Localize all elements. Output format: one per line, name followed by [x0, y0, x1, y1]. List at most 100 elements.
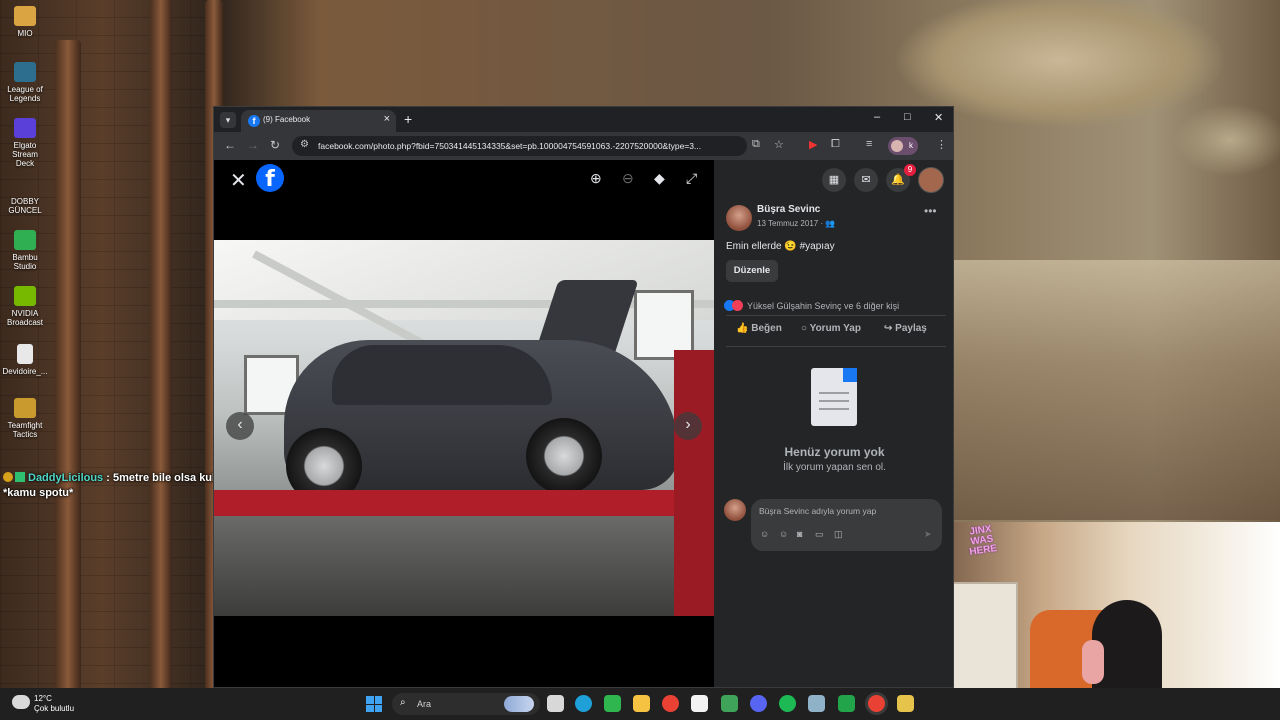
file-icon: [14, 174, 36, 194]
search-highlight-icon: [504, 696, 534, 712]
maximize-button[interactable]: □: [904, 111, 911, 123]
post-options-icon[interactable]: •••: [924, 204, 937, 218]
send-icon[interactable]: ➤: [924, 529, 932, 540]
extensions-puzzle-icon[interactable]: ⧠: [831, 138, 840, 151]
forward-arrow-icon[interactable]: →: [247, 138, 259, 152]
desktop-icon-teamfight-tactics[interactable]: Teamfight Tactics: [2, 398, 48, 439]
start-windows-icon[interactable]: [366, 696, 382, 712]
desktop-icon-league-of-legends[interactable]: League of Legends: [2, 62, 48, 103]
address-bar-url[interactable]: facebook.com/photo.php?fbid=750341445134…: [318, 141, 701, 151]
chat-username: DaddyLicilous: [28, 472, 104, 484]
weather-cloud-icon[interactable]: [12, 695, 30, 709]
messenger-icon[interactable]: ✉: [854, 168, 878, 192]
sticker-icon[interactable]: ◫: [834, 529, 843, 540]
facebook-logo-icon[interactable]: f: [256, 164, 284, 192]
jinx-logo: JINX WAS HERE: [968, 523, 998, 558]
chat-badge-icon: [15, 472, 25, 482]
gif-icon[interactable]: ▭: [815, 529, 824, 540]
store-icon[interactable]: [691, 695, 708, 712]
taskbar-search[interactable]: ⌕ Ara: [392, 693, 540, 715]
edge-icon[interactable]: [575, 695, 592, 712]
share-arrow-icon: ↪: [884, 323, 896, 334]
nvidia-icon: [14, 286, 36, 306]
weather-description[interactable]: Çok bulutlu: [34, 704, 74, 713]
elgato-icon[interactable]: [897, 695, 914, 712]
tab-title: (9) Facebook: [263, 115, 311, 124]
teamfight-tactics-icon: [14, 398, 36, 418]
steam-icon[interactable]: [808, 695, 825, 712]
previous-photo-button[interactable]: ‹: [226, 412, 254, 440]
media-controls-icon[interactable]: ≡: [866, 138, 872, 150]
chrome-active-icon[interactable]: [868, 695, 885, 712]
tab-facebook[interactable]: f (9) Facebook ×: [241, 110, 396, 132]
photo-car-roof: [332, 345, 552, 405]
edit-button[interactable]: Düzenle: [726, 260, 778, 282]
zoom-in-icon[interactable]: ⊕: [590, 170, 602, 187]
zoom-out-icon[interactable]: ⊖: [622, 170, 634, 187]
green-app-icon[interactable]: [604, 695, 621, 712]
weather-temperature[interactable]: 12°C: [34, 694, 52, 703]
desktop-icon-bambu-studio[interactable]: Bambu Studio: [2, 230, 48, 271]
back-arrow-icon[interactable]: ←: [224, 138, 236, 152]
divider: [726, 346, 946, 347]
notepad-icon[interactable]: [721, 695, 738, 712]
extension-play-icon[interactable]: ▶: [809, 138, 817, 151]
menu-grid-icon[interactable]: ▦: [822, 168, 846, 192]
share-button[interactable]: ↪ Paylaş: [884, 323, 927, 334]
tab-close-button[interactable]: ×: [384, 113, 390, 125]
post-author-name[interactable]: Büşra Sevinc: [757, 204, 820, 215]
notification-badge: 9: [904, 164, 916, 176]
comment-button[interactable]: ○ Yorum Yap: [801, 323, 861, 334]
post-caption: Emin ellerde 😉 #yapıay: [726, 241, 835, 252]
post-author-avatar[interactable]: [726, 205, 752, 231]
xbox-icon[interactable]: [838, 695, 855, 712]
tab-search-button[interactable]: ▾: [220, 112, 236, 128]
taskbar-search-text[interactable]: Ara: [417, 699, 431, 709]
photo-lift-post: [674, 350, 714, 616]
discord-icon[interactable]: [750, 695, 767, 712]
task-view-icon[interactable]: [547, 695, 564, 712]
photo-lift: [214, 490, 714, 516]
next-photo-button[interactable]: ›: [674, 412, 702, 440]
commenter-avatar: [724, 499, 746, 521]
account-avatar[interactable]: [918, 167, 944, 193]
stream-deck-icon: [14, 118, 36, 138]
file-explorer-icon[interactable]: [633, 695, 650, 712]
browser-menu-icon[interactable]: ⋮: [936, 138, 947, 151]
post-date[interactable]: 13 Temmuz 2017 · 👥: [757, 219, 835, 228]
avatar-sticker-icon[interactable]: ☺: [760, 529, 769, 539]
bambu-studio-icon: [14, 230, 36, 250]
minimize-button[interactable]: –: [874, 111, 880, 123]
chrome-icon[interactable]: [662, 695, 679, 712]
tab-bar: ▾ f (9) Facebook × + – □ ✕: [214, 107, 953, 132]
install-app-icon[interactable]: ⧉: [752, 138, 760, 151]
reload-icon[interactable]: ↻: [270, 138, 280, 152]
post-details-panel: ▦ ✉ 🔔 9 Büşra Sevinc 13 Temmuz 2017 · 👥 …: [714, 160, 953, 687]
empty-comments-title: Henüz yorum yok: [784, 445, 885, 459]
spotify-icon[interactable]: [779, 695, 796, 712]
love-reaction-icon: [732, 300, 743, 311]
comment-placeholder[interactable]: Büşra Sevinc adıyla yorum yap: [759, 506, 876, 516]
wallpaper-pipe: [55, 40, 81, 690]
desktop-icon-nvidia-broadcast[interactable]: NVIDIA Broadcast: [2, 286, 48, 327]
like-button[interactable]: 👍 Beğen: [736, 323, 782, 334]
webcam-headset: [1082, 640, 1104, 684]
desktop-icon-stream-deck[interactable]: Elgato Stream Deck: [2, 118, 48, 168]
reactions-summary[interactable]: Yüksel Gülşahin Sevinç ve 6 diğer kişi: [724, 300, 899, 311]
desktop-icon-mio[interactable]: MIO: [2, 6, 48, 38]
fullscreen-icon[interactable]: ⤢: [686, 170, 697, 187]
bookmark-star-icon[interactable]: ☆: [774, 138, 784, 151]
site-info-icon[interactable]: ⚙: [300, 139, 309, 150]
desktop-icon-dobby[interactable]: DOBBY GÜNCEL: [2, 174, 48, 215]
desktop-icon-document[interactable]: Devidoire_...: [2, 344, 48, 376]
close-window-button[interactable]: ✕: [934, 111, 943, 124]
close-viewer-icon[interactable]: ✕: [230, 168, 247, 193]
emoji-icon[interactable]: ☺: [779, 529, 788, 539]
tag-icon[interactable]: ◆: [654, 170, 665, 187]
address-bar[interactable]: ⚙ facebook.com/photo.php?fbid=7503414451…: [292, 136, 747, 156]
facebook-favicon-icon: f: [248, 115, 260, 127]
comment-input[interactable]: Büşra Sevinc adıyla yorum yap ☺ ☺ ◙ ▭ ◫ …: [751, 499, 942, 551]
new-tab-button[interactable]: +: [404, 111, 412, 127]
camera-icon[interactable]: ◙: [797, 529, 802, 539]
profile-button[interactable]: k: [888, 137, 918, 155]
